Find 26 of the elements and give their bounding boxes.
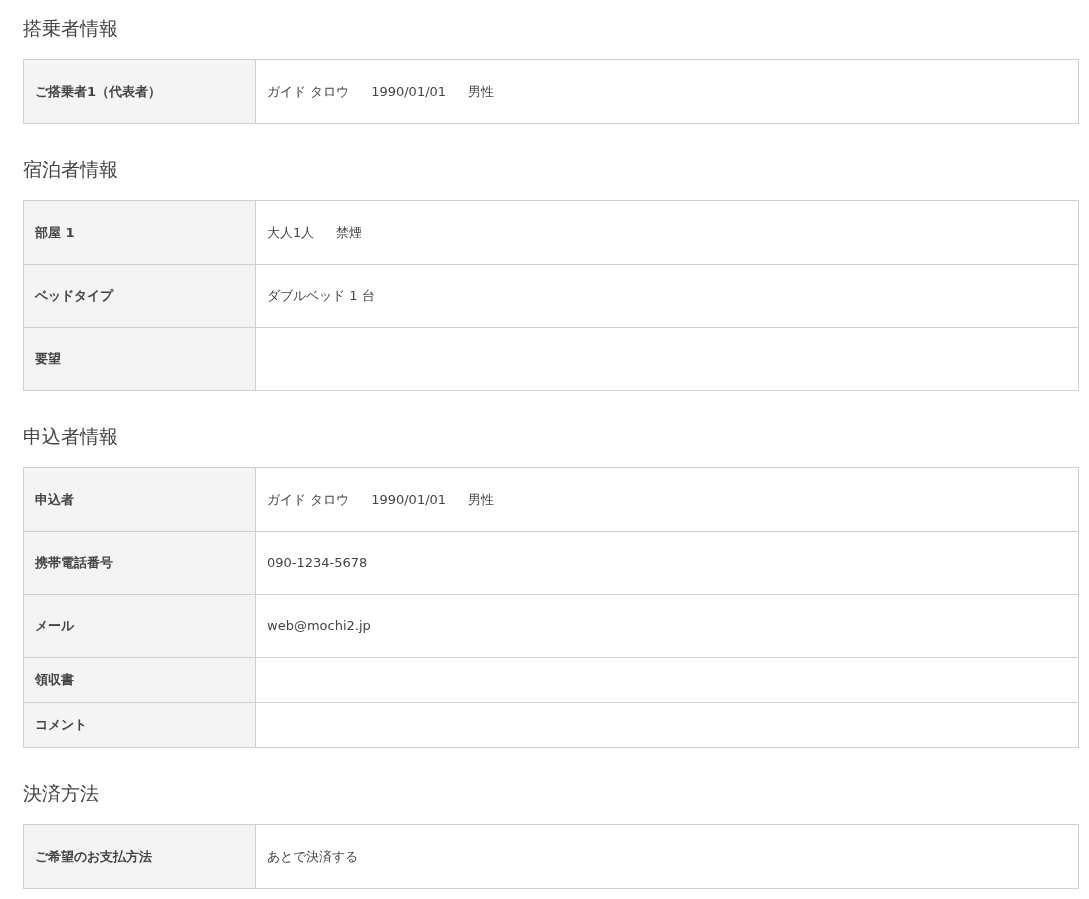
row-value: 禁煙 (336, 223, 363, 242)
row-label: 申込者 (35, 490, 74, 509)
row-value: 1990/01/01 (371, 490, 447, 509)
row-label: 要望 (35, 350, 61, 369)
row-label: ご搭乗者1（代表者） (35, 82, 162, 101)
section-heading: 申込者情報 (23, 424, 118, 449)
row-value: 090-1234-5678 (267, 554, 368, 573)
row-value: 男性 (468, 82, 495, 101)
row-label: メール (35, 617, 74, 636)
row-value: 大人1人 (267, 223, 315, 242)
row-value: ダブルベッド 1 台 (267, 287, 375, 306)
row-label: 領収書 (35, 671, 74, 690)
section-heading: 搭乗者情報 (23, 16, 118, 41)
row-label: ご希望のお支払方法 (35, 847, 152, 866)
row-label: コメント (35, 716, 87, 735)
row-value: ガイド タロウ (267, 82, 350, 101)
row-label: 携帯電話番号 (35, 554, 113, 573)
row-value: 男性 (468, 490, 495, 509)
section-heading: 宿泊者情報 (23, 157, 118, 182)
row-label: ベッドタイプ (35, 287, 113, 306)
row-value: web@mochi2.jp (267, 617, 371, 636)
row-value: ガイド タロウ (267, 490, 350, 509)
section-heading: 決済方法 (23, 781, 99, 806)
row-label: 部屋 1 (35, 223, 75, 242)
row-value: あとで決済する (267, 847, 358, 866)
row-value: 1990/01/01 (371, 82, 447, 101)
